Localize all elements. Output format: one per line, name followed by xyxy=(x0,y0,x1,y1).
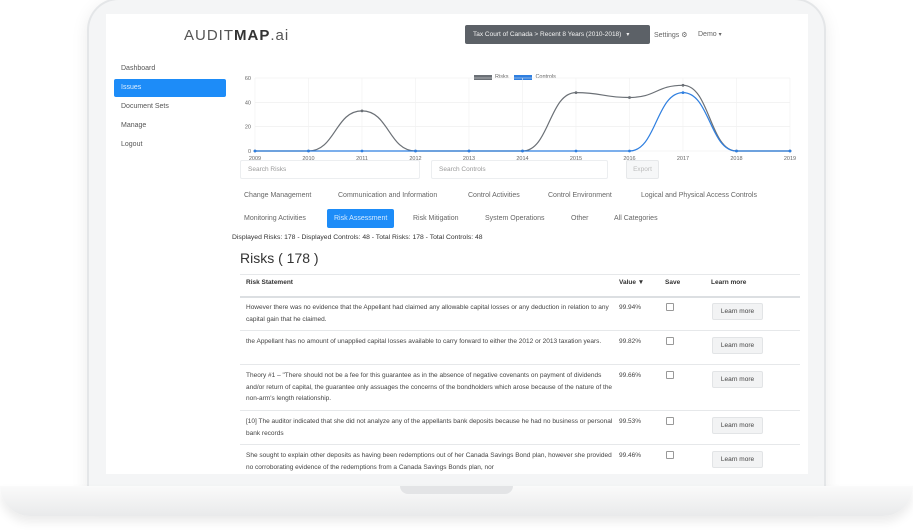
laptop-notch xyxy=(400,486,513,494)
series-point-controls xyxy=(735,149,738,153)
sidebar-item-manage[interactable]: Manage xyxy=(114,117,226,135)
category-tab[interactable]: Control Environment xyxy=(548,186,612,205)
series-point-risks xyxy=(681,83,685,87)
category-tab[interactable]: Risk Mitigation xyxy=(413,209,459,228)
risk-statement: She sought to explain other deposits as … xyxy=(246,452,612,471)
sidebar-item-dashboard[interactable]: Dashboard xyxy=(114,60,226,78)
save-checkbox[interactable] xyxy=(666,337,674,345)
series-point-controls xyxy=(414,149,417,153)
risk-value: 99.53% xyxy=(619,418,642,425)
risk-statement: the Appellant has no amount of unapplied… xyxy=(246,338,602,345)
trend-chart: 02040602009 2010 2011 2012 2013 2014 2015 2016 2… xyxy=(245,76,796,162)
gear-icon: ⚙ xyxy=(681,32,688,39)
series-point-controls xyxy=(788,149,792,153)
learn-more-button[interactable]: Learn more xyxy=(712,451,763,468)
category-tab[interactable]: Communication and Information xyxy=(338,186,437,205)
y-tick-label: 0 xyxy=(248,149,251,155)
divider xyxy=(240,330,800,331)
search-risks-input[interactable]: Search Risks xyxy=(240,160,420,179)
risk-value: 99.66% xyxy=(619,372,642,379)
series-point-controls xyxy=(681,91,685,94)
learn-more-button[interactable]: Learn more xyxy=(712,371,763,388)
chevron-down-icon: ▾ xyxy=(626,32,630,38)
divider xyxy=(240,410,800,411)
category-tab[interactable]: System Operations xyxy=(485,209,545,228)
y-tick-label: 60 xyxy=(245,76,251,82)
sidebar-item-logout[interactable]: Logout xyxy=(114,136,226,154)
chevron-down-icon: ▾ xyxy=(718,32,722,38)
learn-more-button[interactable]: Learn more xyxy=(712,303,763,320)
series-point-controls xyxy=(307,149,310,153)
y-tick-label: 40 xyxy=(245,100,251,106)
x-tick-label: 2017 xyxy=(677,156,689,162)
logo-text-a: AUDIT xyxy=(184,27,234,44)
divider xyxy=(240,274,800,275)
learn-more-button[interactable]: Learn more xyxy=(712,417,763,434)
user-menu[interactable]: Demo ▾ xyxy=(698,31,722,38)
learn-more-button[interactable]: Learn more xyxy=(712,337,763,354)
category-tab[interactable]: All Categories xyxy=(614,209,658,228)
risks-heading: Risks ( 178 ) xyxy=(240,250,319,266)
settings-label: Settings xyxy=(654,32,680,39)
col-header-save: Save xyxy=(665,279,681,286)
category-tab-active[interactable]: Risk Assessment xyxy=(327,209,395,228)
export-button[interactable]: Export xyxy=(626,160,659,179)
series-point-controls xyxy=(521,149,524,153)
category-tab[interactable]: Control Activities xyxy=(468,186,520,205)
divider xyxy=(240,296,800,298)
user-label: Demo xyxy=(698,31,717,38)
series-point-risks xyxy=(574,91,578,94)
risk-statement: However there was no evidence that the A… xyxy=(246,304,609,323)
col-header-learn: Learn more xyxy=(711,279,747,286)
logo-text-b: .ai xyxy=(270,27,290,44)
series-point-risks xyxy=(360,109,364,113)
x-tick-label: 2019 xyxy=(784,156,796,162)
logo-text-bold: MAP xyxy=(234,27,271,44)
summary-counts: Displayed Risks: 178 - Displayed Control… xyxy=(232,234,483,241)
search-controls-input[interactable]: Search Controls xyxy=(431,160,608,179)
sidebar-item-issues[interactable]: Issues xyxy=(114,79,226,97)
risk-value: 99.94% xyxy=(619,304,642,311)
scope-dropdown[interactable]: Tax Court of Canada > Recent 8 Years (20… xyxy=(465,25,650,44)
category-tab[interactable]: Logical and Physical Access Controls xyxy=(641,186,757,205)
col-header-value[interactable]: Value ▼ xyxy=(619,279,644,286)
app-logo[interactable]: AUDITMAP.ai xyxy=(184,27,289,44)
series-point-controls xyxy=(253,149,257,153)
col-header-statement: Risk Statement xyxy=(246,279,293,286)
save-checkbox[interactable] xyxy=(666,371,674,379)
risk-value: 99.46% xyxy=(619,452,642,459)
series-point-controls xyxy=(628,149,631,153)
series-point-controls xyxy=(360,149,364,153)
save-checkbox[interactable] xyxy=(666,417,674,425)
save-checkbox[interactable] xyxy=(666,303,674,311)
x-tick-label: 2018 xyxy=(730,156,742,162)
save-checkbox[interactable] xyxy=(666,451,674,459)
category-tab[interactable]: Other xyxy=(571,209,589,228)
settings-link[interactable]: Settings ⚙ xyxy=(654,31,688,39)
risk-statement: Theory #1 – "There should not be a fee f… xyxy=(246,372,613,402)
category-tab[interactable]: Change Management xyxy=(244,186,311,205)
sidebar-item-document-sets[interactable]: Document Sets xyxy=(114,98,226,116)
y-tick-label: 20 xyxy=(245,125,251,131)
app-screen: AUDITMAP.ai Tax Court of Canada > Recent… xyxy=(106,14,808,474)
risk-statement: [10] The auditor indicated that she did … xyxy=(246,418,613,437)
series-point-risks xyxy=(628,96,631,99)
risk-value: 99.82% xyxy=(619,338,642,345)
divider xyxy=(240,444,800,445)
series-point-controls xyxy=(574,149,578,153)
divider xyxy=(240,364,800,365)
category-tab[interactable]: Monitoring Activities xyxy=(244,209,306,228)
series-point-controls xyxy=(467,149,471,153)
scope-label: Tax Court of Canada > Recent 8 Years (20… xyxy=(473,31,622,38)
